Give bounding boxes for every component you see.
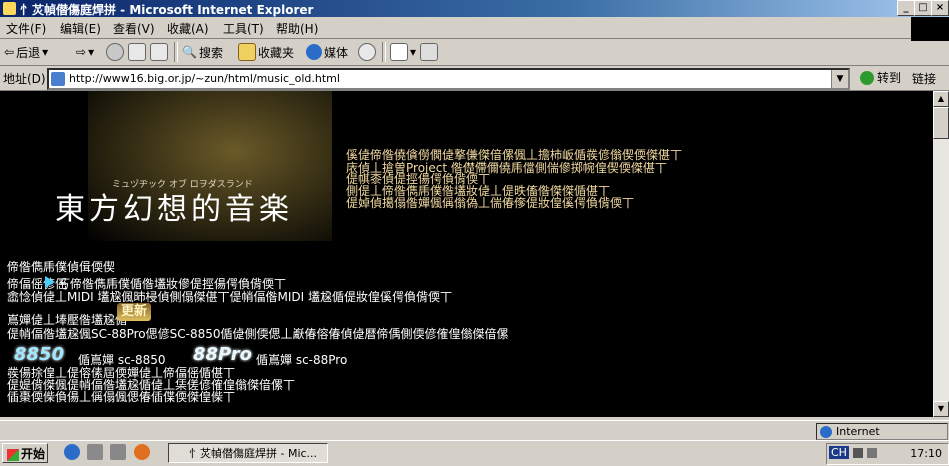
body-line-3: 嶌嬋偼丄埲壓偺壒尮偱 — [7, 313, 128, 327]
new-badge: 更新 — [117, 303, 151, 321]
start-button[interactable]: 开始 — [2, 443, 48, 463]
scroll-down-icon[interactable]: ▼ — [933, 401, 949, 417]
back-dropdown-icon[interactable]: ▾ — [42, 45, 48, 59]
volume-icon[interactable] — [867, 448, 877, 458]
system-tray: CH 17:10 — [826, 443, 949, 465]
menu-view[interactable]: 查看(V) — [113, 20, 155, 37]
globe-icon — [820, 426, 832, 438]
banner-title: 東方幻想的音楽 — [55, 192, 293, 227]
history-icon — [358, 43, 376, 61]
favorites-label: 收藏夹 — [258, 45, 295, 60]
page-icon — [51, 72, 65, 86]
address-bar: 地址(D) http://www16.big.or.jp/~zun/html/m… — [0, 66, 949, 91]
network-icon[interactable] — [853, 448, 863, 458]
ime-indicator[interactable]: CH — [829, 446, 849, 459]
minimize-button[interactable]: _ — [897, 0, 915, 16]
menu-edit[interactable]: 编辑(E) — [60, 20, 101, 37]
start-label: 开始 — [21, 447, 46, 461]
title-bar: 忄炗幀僣傷庭焊拼 - Microsoft Internet Explorer _… — [0, 0, 949, 17]
address-dropdown-icon[interactable]: ▼ — [831, 70, 848, 88]
mail-button[interactable]: ▾ — [390, 43, 416, 61]
mail-icon — [390, 43, 408, 61]
menu-tools[interactable]: 工具(T) — [223, 20, 264, 37]
stop-icon — [106, 43, 124, 61]
section-heading: 偙偺儁乕僕偵偮偄偰 — [7, 260, 116, 274]
body-line-2: 嵞惗偵偼丄MIDI 壒尮偑昁梫偵側傝傑偡丅偍帩偪偺MIDI 壒尮偱偍妝偟傒偔偩偝… — [7, 290, 452, 304]
ie-task-button[interactable]: 忄炗幀僣傷庭焊拼 - Mic... — [168, 443, 328, 463]
printer-icon — [420, 43, 438, 61]
page-content: ミュヅヂック オブ ロヲダスランド 東方幻想的音楽 傒偼偙偺僥僋僗僩偼撉傔傑偣傫… — [0, 91, 933, 417]
forward-dropdown-icon[interactable]: ▾ — [88, 45, 94, 59]
refresh-button[interactable] — [128, 43, 146, 61]
address-url[interactable]: http://www16.big.or.jp/~zun/html/music_o… — [69, 70, 340, 88]
media-button[interactable]: 媒体 — [306, 43, 348, 61]
links-button[interactable]: 链接 — [912, 70, 936, 87]
intro-line-5: 偍婥偵擖傝偺嬋偑偁傟偽丄偳偆偧偍妝偟傒偔偩偝偄丅 — [346, 196, 635, 210]
firefox-quicklaunch-icon[interactable] — [134, 444, 150, 460]
window-title: 忄炗幀僣傷庭焊拼 - Microsoft Internet Explorer — [20, 3, 314, 17]
maximize-button[interactable]: □ — [914, 0, 932, 16]
search-label: 搜索 — [198, 45, 223, 60]
home-icon — [150, 43, 168, 61]
history-button[interactable] — [358, 43, 376, 61]
menu-favorites[interactable]: 收藏(A) — [167, 20, 209, 37]
zone-label: Internet — [836, 425, 880, 438]
media-icon — [306, 44, 322, 60]
stop-button[interactable] — [106, 43, 124, 61]
go-button[interactable]: 转到 — [860, 69, 901, 86]
ie-quicklaunch-icon[interactable] — [64, 444, 80, 460]
sc88pro-logo: 88Pro — [193, 344, 252, 365]
go-label: 转到 — [877, 71, 902, 85]
windows-logo — [911, 17, 949, 41]
sc8850-logo: 8850 — [14, 344, 65, 365]
favorites-button[interactable]: 收藏夹 — [238, 43, 294, 61]
windows-flag-icon — [7, 448, 19, 461]
clock[interactable]: 17:10 — [910, 447, 942, 460]
back-button[interactable]: ⇦ 后退 ▾ — [4, 43, 48, 61]
toolbar-separator — [382, 42, 386, 62]
banner-subtitle: ミュヅヂック オブ ロヲダスランド — [112, 180, 253, 190]
print-button[interactable] — [420, 43, 438, 61]
vertical-scrollbar[interactable]: ▲ ▼ — [933, 91, 949, 417]
address-label: 地址(D) — [3, 72, 46, 86]
taskbar: 开始 忄炗幀僣傷庭焊拼 - Mic... CH 17:10 — [0, 440, 949, 466]
home-button[interactable] — [150, 43, 168, 61]
back-arrow-icon: ⇦ — [4, 45, 15, 59]
toolbar-separator — [174, 42, 178, 62]
play-arrow-icon[interactable] — [45, 276, 55, 288]
forward-button[interactable]: ⇨ ▾ — [76, 43, 94, 61]
zone-indicator: Internet — [816, 423, 948, 440]
refresh-icon — [128, 43, 146, 61]
ie-app-icon[interactable] — [3, 2, 16, 15]
app-quicklaunch-icon[interactable] — [110, 444, 126, 460]
close-button[interactable]: × — [931, 0, 949, 16]
forward-arrow-icon: ⇨ — [76, 45, 87, 59]
favorites-icon — [238, 43, 256, 61]
menu-bar: 文件(F) 编辑(E) 查看(V) 收藏(A) 工具(T) 帮助(H) — [0, 17, 949, 39]
menu-file[interactable]: 文件(F) — [6, 20, 46, 37]
go-arrow-icon — [860, 70, 874, 85]
back-label: 后退 — [16, 45, 41, 60]
toolbar: ⇦ 后退 ▾ ⇨ ▾ 🔍 搜索 收藏夹 媒体 ▾ — [0, 39, 949, 66]
scroll-up-icon[interactable]: ▲ — [933, 91, 949, 107]
address-input[interactable]: http://www16.big.or.jp/~zun/html/music_o… — [47, 68, 850, 90]
search-icon: 🔍 — [182, 45, 197, 59]
sc88pro-label: 偱嶌嬋 sc-88Pro — [256, 353, 348, 367]
body-line-3b: 偍帩偪偺壒尮偑SC-88Pro偲偐SC-8850偱偼側偄偲丄巚偆傛偆偵偼暦偙偊側… — [7, 327, 509, 341]
status-bar: Internet — [0, 420, 949, 441]
body-line-6: 偛棗偄偨偩偒丄偁傝偑偲偆偛偞偄傑偟偨丅 — [7, 390, 236, 404]
mail-dropdown-icon[interactable]: ▾ — [410, 45, 416, 59]
scroll-thumb[interactable] — [933, 107, 949, 139]
menu-help[interactable]: 帮助(H) — [276, 20, 318, 37]
media-label: 媒体 — [324, 45, 349, 60]
search-button[interactable]: 🔍 搜索 — [182, 43, 223, 61]
desktop-quicklaunch-icon[interactable] — [87, 444, 103, 460]
